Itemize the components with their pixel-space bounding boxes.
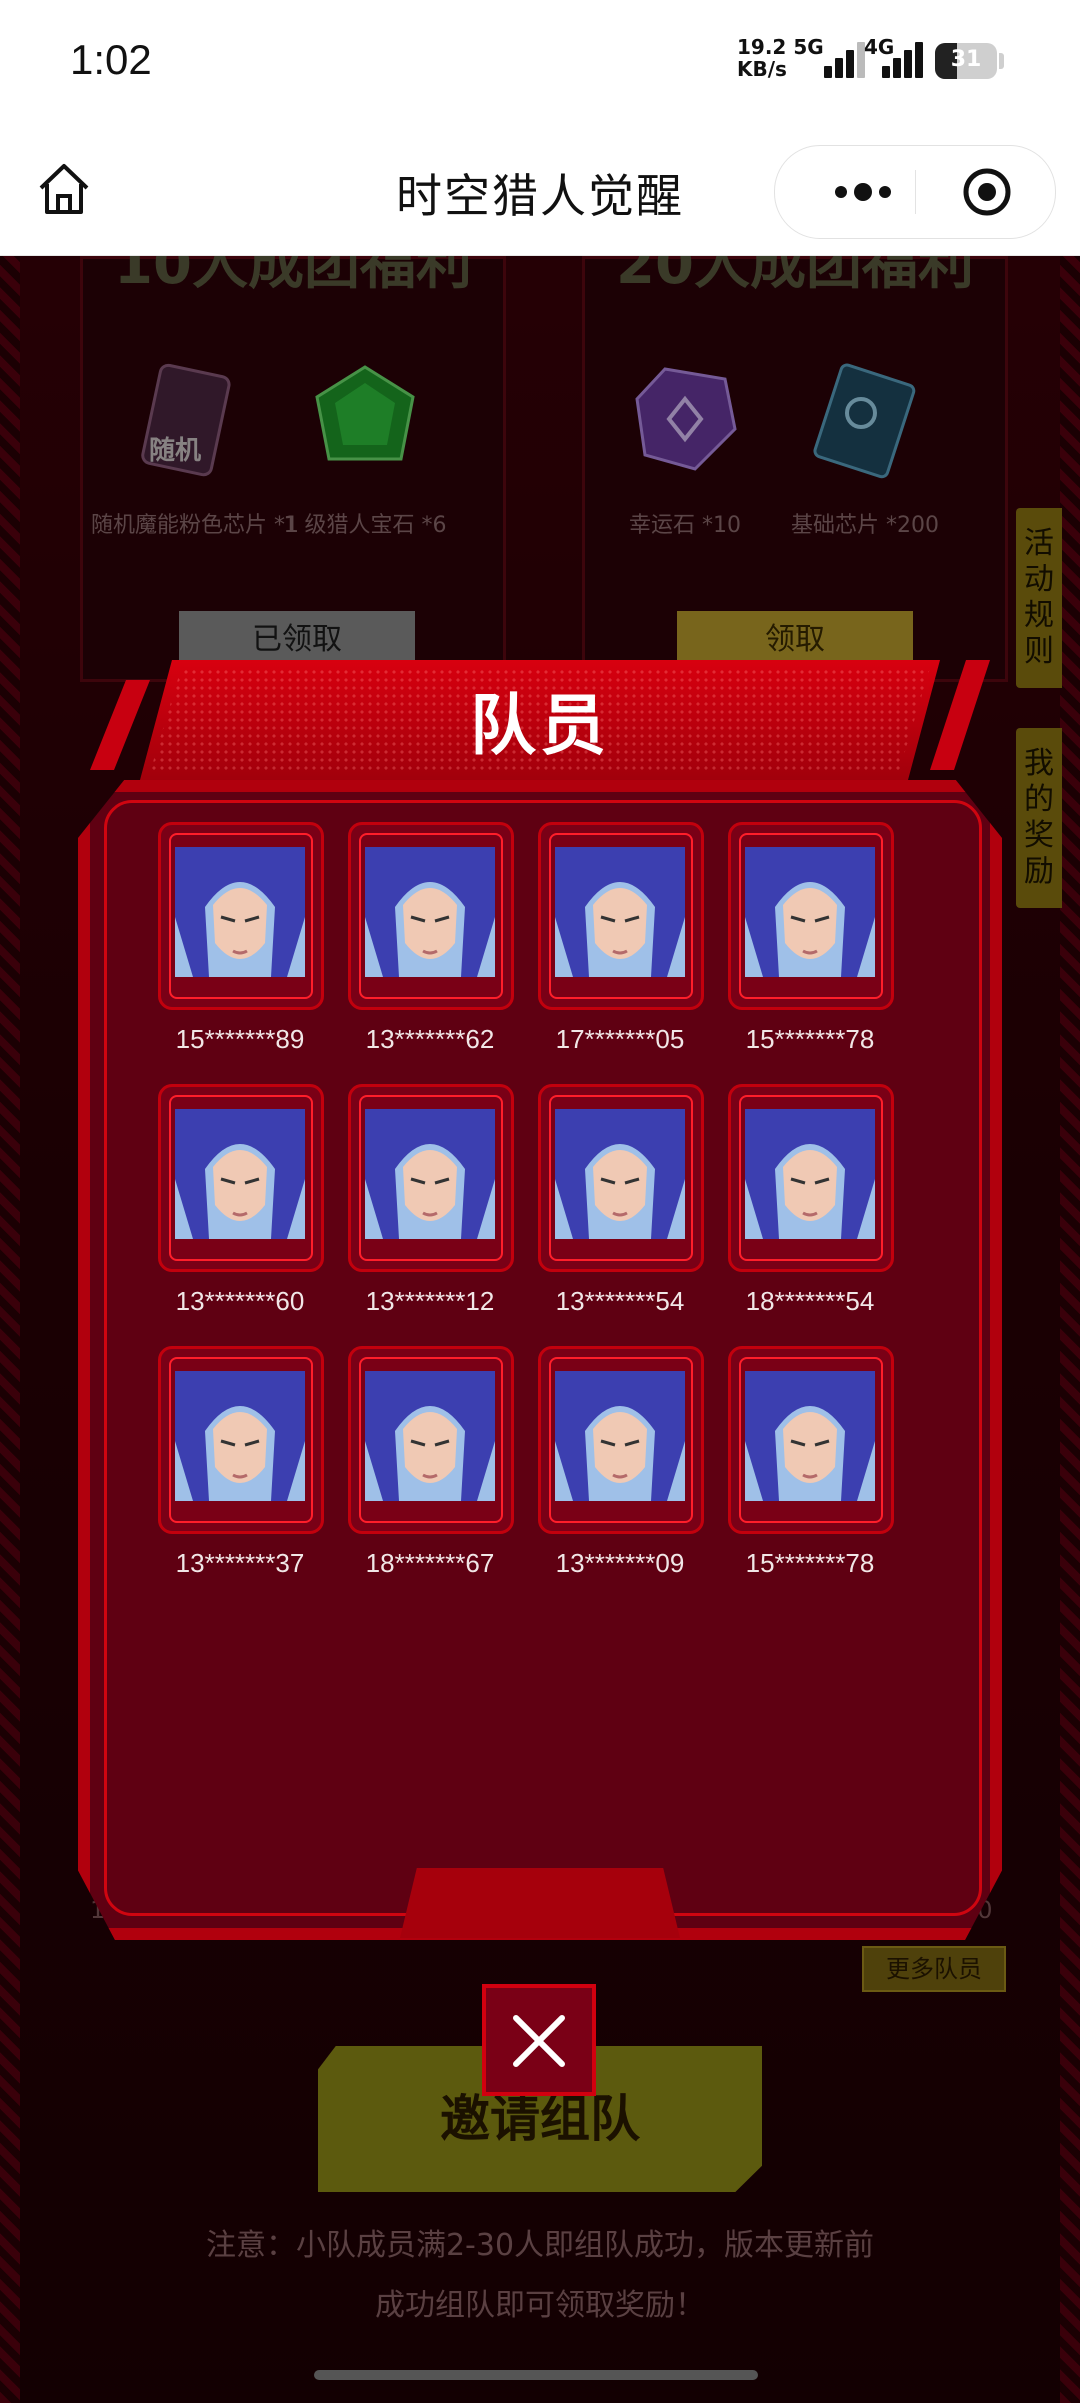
avatar: [555, 1371, 685, 1501]
avatar-frame: [538, 822, 704, 1010]
member-phone: 15*******78: [745, 1548, 875, 1578]
member-phone: 18*******67: [365, 1548, 495, 1578]
modal-title: 队员: [470, 687, 610, 764]
avatar: [175, 1109, 305, 1239]
status-time: 1:02: [70, 36, 152, 83]
member-card: 13*******12: [348, 1084, 514, 1317]
net-5g-label: 5G: [793, 35, 824, 59]
member-card: 13*******09: [538, 1346, 704, 1579]
member-phone: 13*******37: [175, 1548, 305, 1578]
avatar-frame: [348, 822, 514, 1010]
network-speed: 19.2 5G KB/s: [737, 36, 824, 80]
avatar: [365, 1109, 495, 1239]
close-miniprogram-icon[interactable]: [961, 166, 1013, 218]
member-card: 15*******78: [728, 822, 894, 1055]
speed-value: 19.2: [737, 35, 787, 59]
avatar: [175, 847, 305, 977]
battery-icon: 31: [935, 43, 997, 79]
avatar: [365, 1371, 495, 1501]
member-card: 15*******89: [158, 822, 324, 1055]
member-card: 18*******67: [348, 1346, 514, 1579]
avatar: [745, 847, 875, 977]
avatar-frame: [158, 1346, 324, 1534]
avatar-frame: [538, 1084, 704, 1272]
modal-bottom-decoration: [400, 1868, 680, 1938]
modal-close-button[interactable]: [482, 1984, 596, 2096]
speed-unit: KB/s: [737, 57, 787, 81]
member-card: 13*******62: [348, 822, 514, 1055]
member-phone: 15*******78: [745, 1024, 875, 1054]
avatar-frame: [728, 822, 894, 1010]
status-bar: 1:02 19.2 5G KB/s 4G 31: [0, 0, 1080, 130]
battery-level: 31: [950, 47, 982, 72]
mini-program-titlebar: 时空猎人觉醒: [0, 130, 1080, 256]
member-phone: 17*******05: [555, 1024, 685, 1054]
member-phone: 13*******12: [365, 1286, 495, 1316]
close-icon: [513, 2015, 565, 2067]
member-phone: 13*******54: [555, 1286, 685, 1316]
avatar-frame: [158, 1084, 324, 1272]
member-card: 17*******05: [538, 822, 704, 1055]
member-card: 15*******78: [728, 1346, 894, 1579]
member-phone: 13*******09: [555, 1548, 685, 1578]
avatar: [555, 1109, 685, 1239]
capsule-menu: [774, 145, 1056, 239]
signal-4g-icon: [882, 38, 932, 78]
member-card: 13*******54: [538, 1084, 704, 1317]
member-card: 13*******60: [158, 1084, 324, 1317]
member-phone: 13*******60: [175, 1286, 305, 1316]
more-options-icon[interactable]: [815, 174, 925, 210]
avatar-frame: [728, 1084, 894, 1272]
avatar: [175, 1371, 305, 1501]
home-indicator[interactable]: [314, 2370, 758, 2380]
avatar: [365, 847, 495, 977]
battery-tip: [999, 53, 1004, 69]
avatar-frame: [348, 1346, 514, 1534]
member-card: 18*******54: [728, 1084, 894, 1317]
avatar-frame: [158, 822, 324, 1010]
member-phone: 18*******54: [745, 1286, 875, 1316]
avatar-frame: [348, 1084, 514, 1272]
member-card: 13*******37: [158, 1346, 324, 1579]
avatar-frame: [538, 1346, 704, 1534]
avatar: [555, 847, 685, 977]
member-phone: 13*******62: [365, 1024, 495, 1054]
avatar: [745, 1109, 875, 1239]
avatar: [745, 1371, 875, 1501]
member-phone: 15*******89: [175, 1024, 305, 1054]
capsule-divider: [915, 170, 916, 214]
avatar-frame: [728, 1346, 894, 1534]
